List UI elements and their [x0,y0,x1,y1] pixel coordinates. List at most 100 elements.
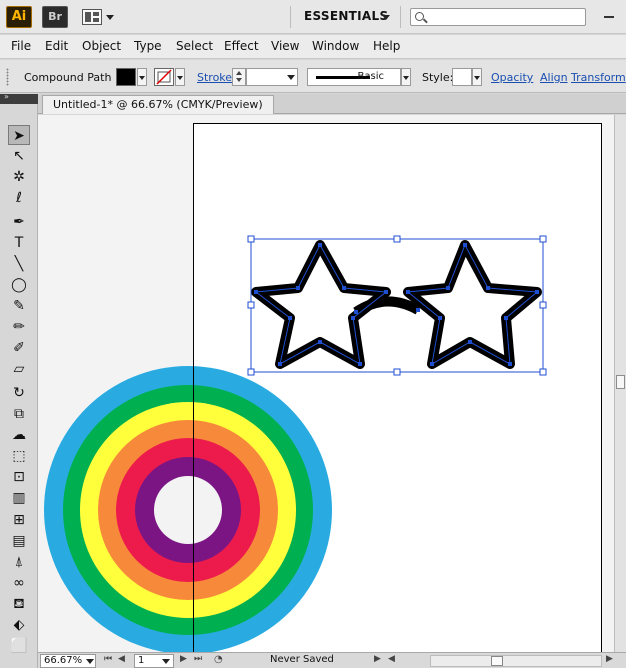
magic-wand-tool[interactable]: ✲ [8,167,30,187]
warp-tool[interactable]: ☁ [8,425,30,445]
transform-link[interactable]: Transform [571,71,626,84]
blob-brush-tool[interactable]: ✐ [8,338,30,358]
eraser-tool[interactable]: ▱ [8,359,30,379]
stroke-weight-field[interactable] [246,68,298,86]
transform-handle[interactable] [247,368,255,376]
arrange-documents-icon[interactable] [82,9,102,25]
first-artboard-icon[interactable]: ⏮ [104,654,112,664]
anchor-point[interactable] [384,290,388,294]
anchor-point[interactable] [254,290,258,294]
menu-effect[interactable]: Effect [224,39,259,53]
last-artboard-icon[interactable]: ⏭ [194,654,202,664]
gradient-tool[interactable]: ▤ [8,531,30,551]
stroke-weight-stepper[interactable] [232,68,246,86]
anchor-point[interactable] [438,316,442,320]
align-link[interactable]: Align [540,71,568,84]
anchor-point[interactable] [358,362,362,366]
search-box[interactable] [410,8,586,26]
anchor-point[interactable] [406,290,410,294]
rainbow-target[interactable] [44,366,332,652]
line-tool[interactable]: ╲ [8,254,30,274]
stroke-link[interactable]: Stroke: [197,71,236,84]
transform-handle[interactable] [539,368,547,376]
anchor-point[interactable] [354,310,358,314]
artboard-tool[interactable]: ⬜ [8,636,30,656]
anchor-point[interactable] [535,290,539,294]
horizontal-scroll-thumb[interactable] [491,656,503,666]
search-input[interactable] [429,10,579,24]
menu-file[interactable]: File [11,39,31,53]
anchor-point[interactable] [504,316,508,320]
paintbrush-tool[interactable]: ✎ [8,296,30,316]
document-tab[interactable]: Untitled-1* @ 66.67% (CMYK/Preview) [42,95,274,114]
menu-help[interactable]: Help [373,39,400,53]
anchor-point[interactable] [318,243,322,247]
chevron-down-icon[interactable] [86,659,94,664]
free-transform-tool[interactable]: ⬚ [8,446,30,466]
stroke-swatch[interactable] [154,68,174,86]
anchor-point[interactable] [351,316,355,320]
anchor-point[interactable] [296,286,300,290]
anchor-point[interactable] [508,362,512,366]
anchor-point[interactable] [342,286,346,290]
direct-selection-tool[interactable]: ↖ [8,146,30,166]
anchor-point[interactable] [288,316,292,320]
eyedropper-tool[interactable]: ⍋ [8,552,30,572]
bridge-button[interactable]: Br [42,6,68,28]
menu-window[interactable]: Window [312,39,359,53]
pen-tool[interactable]: ✒ [8,212,30,232]
mesh-tool[interactable]: ⊞ [8,510,30,530]
anchor-point[interactable] [278,362,282,366]
anchor-point[interactable] [486,286,490,290]
horizontal-scrollbar[interactable] [430,655,602,667]
artwork[interactable] [38,115,614,652]
menu-object[interactable]: Object [82,39,121,53]
menu-edit[interactable]: Edit [45,39,68,53]
rotate-tool[interactable]: ↻ [8,383,30,403]
chevron-down-icon[interactable] [106,15,114,20]
transform-handle[interactable] [539,235,547,243]
brush-dropdown-arrow[interactable] [401,68,411,86]
menu-view[interactable]: View [271,39,299,53]
scroll-right-icon[interactable]: ▶ [606,654,613,664]
panel-grip[interactable] [6,68,9,86]
selection-tool[interactable]: ➤ [8,125,30,145]
opacity-link[interactable]: Opacity [491,71,533,84]
fill-swatch[interactable] [116,68,136,86]
live-paint-selection-tool[interactable]: ⬖ [8,615,30,635]
anchor-point[interactable] [430,362,434,366]
transform-handle[interactable] [393,368,401,376]
menu-select[interactable]: Select [176,39,213,53]
anchor-point[interactable] [416,308,420,312]
transform-handle[interactable] [539,301,547,309]
vertical-scrollbar[interactable] [614,115,626,652]
status-menu-arrow-icon[interactable]: ▶ [374,654,381,664]
anchor-point[interactable] [318,340,322,344]
ring-center[interactable] [154,476,222,544]
tools-panel-header[interactable]: » [0,92,38,104]
canvas[interactable] [38,115,614,652]
symbol-sprayer-tool[interactable]: ⊡ [8,467,30,487]
next-artboard-icon[interactable]: ▶ [180,654,187,664]
previous-artboard-icon[interactable]: ◀ [118,654,125,664]
scale-tool[interactable]: ⧉ [8,404,30,424]
pencil-tool[interactable]: ✏ [8,317,30,337]
workspace-switcher[interactable]: ESSENTIALS [304,9,388,23]
scroll-left-icon[interactable]: ◀ [388,654,395,664]
brush-definition-dropdown[interactable]: Basic [307,68,401,86]
collapse-icon[interactable]: » [4,92,9,101]
vertical-scroll-thumb[interactable] [616,375,625,389]
chevron-down-icon[interactable] [162,659,170,664]
bridge-reveal-icon[interactable]: ◔ [214,654,223,665]
transform-handle[interactable] [247,301,255,309]
lasso-tool[interactable]: ℓ [8,188,30,208]
minimize-icon[interactable] [604,16,614,18]
live-paint-bucket-tool[interactable]: ⛾ [8,594,30,614]
graphic-style-swatch[interactable] [452,68,472,86]
type-tool[interactable]: T [8,233,30,253]
anchor-point[interactable] [463,243,467,247]
transform-handle[interactable] [393,235,401,243]
chevron-down-icon[interactable] [382,15,390,20]
column-graph-tool[interactable]: ▥ [8,488,30,508]
graphic-style-dropdown[interactable] [472,68,482,86]
